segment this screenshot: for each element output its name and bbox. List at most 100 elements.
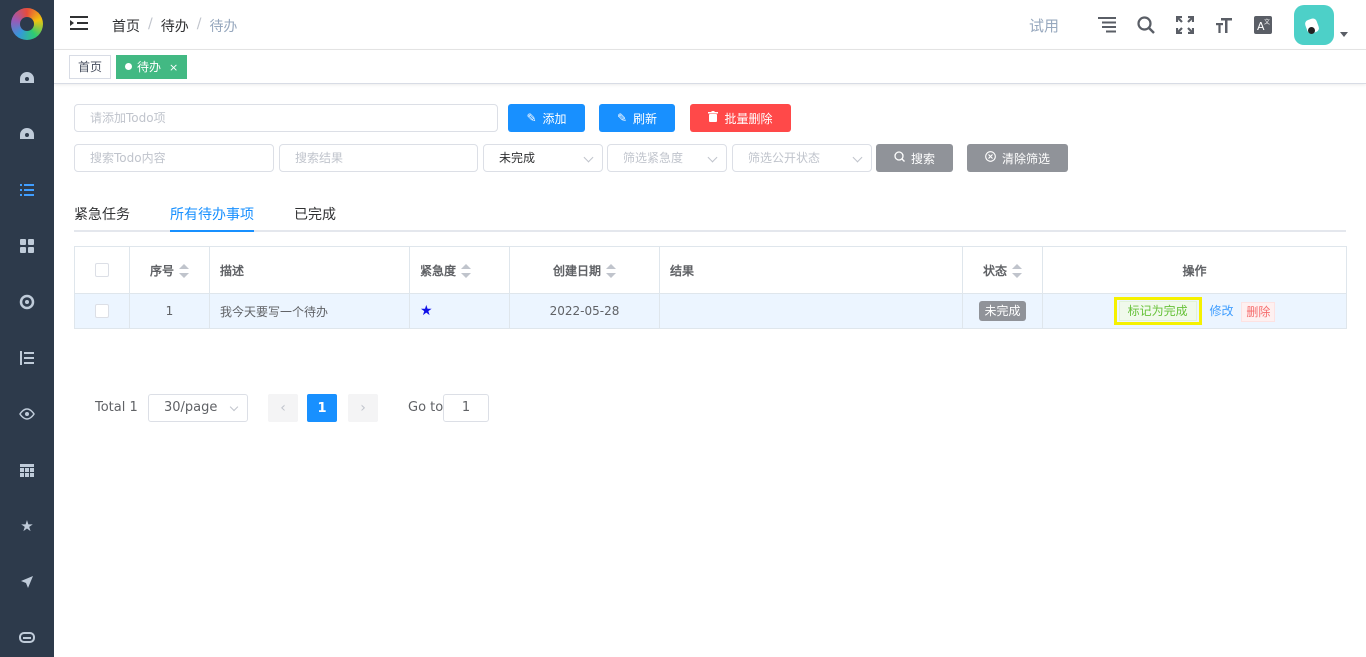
header-status-label: 状态 bbox=[982, 263, 1007, 278]
mark-done-button[interactable]: 标记为完成 bbox=[1118, 301, 1197, 321]
trial-link[interactable]: 试用 bbox=[1029, 15, 1059, 36]
page-size-select[interactable]: 30/page bbox=[148, 394, 248, 422]
status-select-value: 未完成 bbox=[499, 151, 536, 165]
fullscreen-icon[interactable] bbox=[1175, 15, 1195, 35]
header-urgency[interactable]: 紧急度 bbox=[409, 246, 510, 294]
search-button[interactable]: 搜索 bbox=[876, 144, 953, 172]
tag-home-label: 首页 bbox=[78, 60, 103, 74]
chevron-down-icon bbox=[229, 402, 239, 412]
search-icon bbox=[894, 151, 905, 165]
app-logo[interactable] bbox=[11, 8, 43, 40]
chevron-down-icon bbox=[852, 152, 863, 163]
select-all-checkbox[interactable] bbox=[95, 263, 109, 278]
breadcrumb-separator: / bbox=[196, 16, 202, 32]
edit-icon: ✎ bbox=[526, 111, 537, 125]
avatar[interactable] bbox=[1294, 5, 1334, 45]
add-todo-input[interactable] bbox=[74, 104, 498, 132]
table-icon[interactable] bbox=[17, 460, 37, 480]
urgency-select-placeholder: 筛选紧急度 bbox=[623, 151, 684, 165]
caret-down-icon[interactable] bbox=[1340, 31, 1348, 37]
breadcrumb-parent[interactable]: 待办 bbox=[161, 16, 189, 36]
page-size-value: 30/page bbox=[164, 400, 218, 415]
mark-done-highlight: 标记为完成 bbox=[1113, 297, 1202, 325]
add-button[interactable]: ✎ 添加 bbox=[508, 104, 585, 132]
public-select[interactable]: 筛选公开状态 bbox=[732, 144, 872, 172]
dashboard-icon[interactable] bbox=[17, 124, 37, 144]
sort-icon[interactable] bbox=[179, 264, 189, 278]
active-tab-indicator bbox=[170, 230, 254, 232]
tab-urgent[interactable]: 紧急任务 bbox=[74, 204, 130, 224]
circle-close-icon bbox=[985, 151, 996, 165]
svg-text:文: 文 bbox=[1264, 18, 1270, 26]
todo-tabs: 紧急任务 所有待办事项 已完成 bbox=[74, 192, 1346, 232]
edit-icon: ✎ bbox=[616, 111, 628, 125]
row-urgency: ★ bbox=[409, 293, 510, 329]
clear-filter-label: 清除筛选 bbox=[1001, 151, 1050, 166]
row-description: 我今天要写一个待办 bbox=[209, 293, 410, 329]
chevron-down-icon bbox=[707, 152, 718, 163]
outline-list-icon[interactable] bbox=[1097, 15, 1117, 35]
tree-list-icon[interactable] bbox=[17, 348, 37, 368]
search-button-label: 搜索 bbox=[910, 151, 935, 166]
refresh-button-label: 刷新 bbox=[633, 111, 658, 126]
status-badge: 未完成 bbox=[979, 301, 1026, 321]
hamburger-icon[interactable] bbox=[70, 15, 88, 33]
tag-home[interactable]: 首页 bbox=[69, 55, 112, 79]
delete-button[interactable]: 删除 bbox=[1241, 301, 1276, 322]
next-page-button[interactable]: › bbox=[348, 394, 378, 422]
header-created[interactable]: 创建日期 bbox=[509, 246, 660, 294]
row-checkbox[interactable] bbox=[95, 304, 109, 319]
tag-todo[interactable]: 待办 × bbox=[116, 55, 188, 79]
translate-icon[interactable]: A文 bbox=[1253, 15, 1273, 35]
list-icon[interactable] bbox=[17, 180, 37, 200]
row-index: 1 bbox=[129, 293, 210, 329]
row-actions: 标记为完成 修改 删除 bbox=[1042, 293, 1347, 329]
sort-icon[interactable] bbox=[461, 264, 472, 278]
search-content-input[interactable] bbox=[74, 144, 274, 172]
status-select[interactable]: 未完成 bbox=[483, 144, 603, 172]
todo-table: 序号 描述 紧急度 创建日期 结果 状态 操作 1 我今天要写一个待办 ★ 20… bbox=[74, 246, 1347, 329]
clear-filter-button[interactable]: 清除筛选 bbox=[967, 144, 1068, 172]
add-button-label: 添加 bbox=[542, 111, 567, 126]
header-result-label: 结果 bbox=[670, 263, 695, 278]
refresh-button[interactable]: ✎ 刷新 bbox=[599, 104, 675, 132]
navbar-right: 试用 A文 bbox=[1029, 0, 1366, 50]
header-index-label: 序号 bbox=[149, 263, 174, 278]
breadcrumb: 首页 / 待办 / 待办 bbox=[112, 16, 237, 36]
sort-icon[interactable] bbox=[1012, 264, 1022, 278]
eye-icon[interactable] bbox=[17, 404, 37, 424]
tab-completed[interactable]: 已完成 bbox=[294, 204, 336, 224]
header-actions: 操作 bbox=[1042, 246, 1347, 294]
dashboard-icon[interactable] bbox=[17, 68, 37, 88]
batch-delete-button[interactable]: 批量删除 bbox=[690, 104, 791, 132]
active-dot-icon bbox=[125, 63, 132, 70]
breadcrumb-separator: / bbox=[148, 16, 153, 32]
breadcrumb-home[interactable]: 首页 bbox=[112, 16, 140, 36]
goto-page-input[interactable]: 1 bbox=[443, 394, 489, 422]
header-status[interactable]: 状态 bbox=[962, 246, 1043, 294]
urgency-star-icon: ★ bbox=[420, 303, 433, 319]
pagination: Total 1 30/page ‹ 1 › Go to 1 bbox=[95, 394, 515, 422]
tag-todo-label: 待办 bbox=[137, 60, 162, 74]
page-number-current[interactable]: 1 bbox=[307, 394, 337, 422]
header-created-label: 创建日期 bbox=[552, 263, 601, 278]
header-actions-label: 操作 bbox=[1182, 263, 1207, 278]
search-result-input[interactable] bbox=[279, 144, 478, 172]
grid-icon[interactable] bbox=[17, 236, 37, 256]
chat-icon[interactable] bbox=[17, 628, 37, 648]
tab-all[interactable]: 所有待办事项 bbox=[170, 204, 254, 224]
send-icon[interactable] bbox=[17, 572, 37, 592]
sort-icon[interactable] bbox=[606, 264, 616, 278]
prev-page-button[interactable]: ‹ bbox=[268, 394, 298, 422]
urgency-select[interactable]: 筛选紧急度 bbox=[607, 144, 727, 172]
header-urgency-label: 紧急度 bbox=[420, 263, 457, 278]
trash-icon bbox=[708, 111, 719, 125]
font-size-icon[interactable] bbox=[1214, 15, 1234, 35]
star-icon[interactable]: ★ bbox=[17, 516, 37, 536]
target-icon[interactable] bbox=[17, 292, 37, 312]
edit-button[interactable]: 修改 bbox=[1205, 302, 1237, 322]
header-result: 结果 bbox=[659, 246, 963, 294]
header-index[interactable]: 序号 bbox=[129, 246, 210, 294]
search-icon[interactable] bbox=[1136, 15, 1156, 35]
close-icon[interactable]: × bbox=[169, 61, 178, 74]
